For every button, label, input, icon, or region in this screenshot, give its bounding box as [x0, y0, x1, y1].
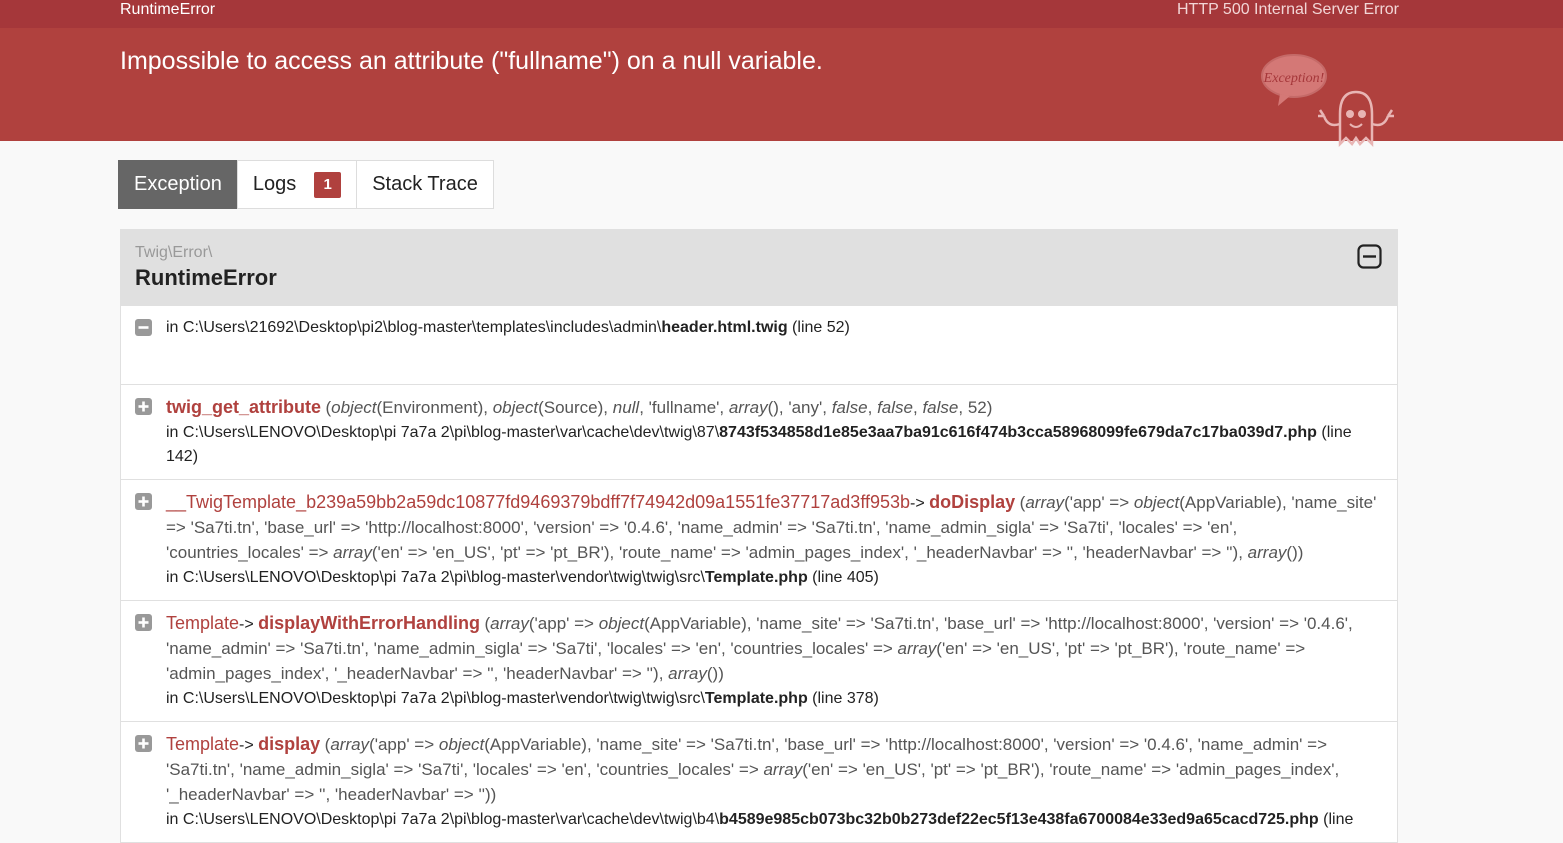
trace-file-path: in C:\Users\LENOVO\Desktop\pi 7a7a 2\pi\… — [166, 690, 705, 707]
trace-file-path: in C:\Users\LENOVO\Desktop\pi 7a7a 2\pi\… — [166, 424, 720, 441]
plus-square-icon[interactable] — [135, 398, 152, 415]
trace-class: Template — [166, 734, 240, 754]
tab-stack-trace[interactable]: Stack Trace — [356, 160, 494, 209]
http-status-label: HTTP 500 Internal Server Error — [1176, 1, 1399, 18]
trace-file-path: in C:\Users\LENOVO\Desktop\pi 7a7a 2\pi\… — [166, 811, 720, 828]
trace-item: Template-> displayWithErrorHandling (arr… — [121, 600, 1397, 721]
trace-file-name: 8743f534858d1e85e3aa7ba91c616f474b3cca58… — [719, 424, 1317, 441]
trace-call-type: -> — [239, 737, 254, 754]
trace-line-number: (line 52) — [787, 319, 850, 336]
exception-header: Impossible to access an attribute ("full… — [0, 28, 1563, 148]
ghost-speech-text: Exception! — [1263, 71, 1325, 86]
trace-function: twig_get_attribute — [166, 397, 322, 417]
trace-item: twig_get_attribute (object(Environment),… — [121, 384, 1397, 479]
exception-panel: Twig\Error\ RuntimeError in C:\Users\216… — [120, 229, 1398, 843]
trace-line-number: (line 405) — [807, 569, 879, 586]
minus-square-icon[interactable] — [135, 319, 152, 336]
trace-file: in C:\Users\LENOVO\Desktop\pi 7a7a 2\pi\… — [166, 421, 1377, 469]
trace-file: in C:\Users\LENOVO\Desktop\pi 7a7a 2\pi\… — [166, 808, 1377, 832]
trace-file-name: Template.php — [704, 569, 808, 586]
trace-function: displayWithErrorHandling — [258, 613, 481, 633]
trace-line-number: (line 378) — [807, 690, 879, 707]
trace-line-number: (line — [1318, 811, 1354, 828]
trace-arguments: (array('app' => object(AppVariable), 'na… — [166, 735, 1340, 804]
exception-ghost-icon: Exception! — [1261, 54, 1394, 148]
exception-class-label: RuntimeError — [120, 1, 216, 18]
tab-navigation: Exception Logs 1 Stack Trace — [118, 160, 494, 209]
trace-file: in C:\Users\LENOVO\Desktop\pi 7a7a 2\pi\… — [166, 566, 1377, 590]
collapse-all-icon[interactable] — [1357, 244, 1382, 269]
plus-square-icon[interactable] — [135, 614, 152, 631]
trace-arguments: (object(Environment), object(Source), nu… — [325, 398, 993, 417]
trace-call-type: -> — [910, 495, 925, 512]
tab-logs[interactable]: Logs 1 — [236, 160, 358, 209]
exception-panel-header: Twig\Error\ RuntimeError — [121, 230, 1397, 305]
trace-file-name: header.html.twig — [661, 319, 788, 336]
exception-namespace: Twig\Error\ — [135, 244, 213, 261]
tab-logs-label: Logs — [252, 173, 297, 195]
tab-exception[interactable]: Exception — [118, 160, 238, 209]
trace-file-path: in C:\Users\LENOVO\Desktop\pi 7a7a 2\pi\… — [166, 569, 705, 586]
exception-class-title: RuntimeError — [135, 265, 277, 290]
plus-square-icon[interactable] — [135, 735, 152, 752]
tab-exception-label: Exception — [134, 173, 222, 195]
tab-stack-trace-label: Stack Trace — [372, 173, 478, 195]
trace-item: in C:\Users\21692\Desktop\pi2\blog-maste… — [121, 305, 1397, 384]
trace-item: Template-> display (array('app' => objec… — [121, 721, 1397, 842]
trace-file-name: b4589e985cb073bc32b0b273def22ec5f13e438f… — [719, 811, 1319, 828]
logs-count-badge: 1 — [314, 171, 342, 198]
trace-file: in C:\Users\LENOVO\Desktop\pi 7a7a 2\pi\… — [166, 687, 1377, 711]
trace-function: doDisplay — [929, 492, 1016, 512]
trace-class: Template — [166, 613, 240, 633]
trace-function: display — [258, 734, 321, 754]
plus-square-icon[interactable] — [135, 493, 152, 510]
trace-call-type: -> — [239, 616, 254, 633]
trace-item: __TwigTemplate_b239a59bb2a59dc10877fd946… — [121, 479, 1397, 600]
exception-message: Impossible to access an attribute ("full… — [120, 47, 823, 75]
trace-file-name: Template.php — [704, 690, 808, 707]
trace-file: in C:\Users\21692\Desktop\pi2\blog-maste… — [166, 316, 1377, 340]
trace-class: __TwigTemplate_b239a59bb2a59dc10877fd946… — [166, 492, 911, 512]
trace-file-path: in C:\Users\21692\Desktop\pi2\blog-maste… — [166, 319, 662, 336]
topbar: RuntimeError HTTP 500 Internal Server Er… — [0, 0, 1563, 28]
